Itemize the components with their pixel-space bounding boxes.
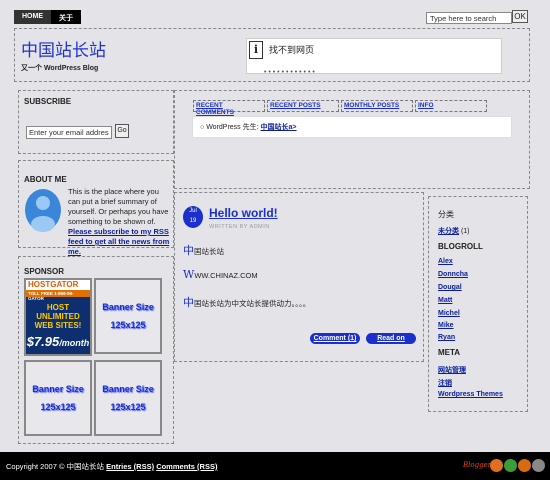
- top-nav: HOME 关于: [14, 10, 81, 24]
- dropcap: 中: [183, 296, 194, 309]
- hostgator-line1: HOST UNLIMITED: [36, 303, 80, 321]
- post-meta: WRITTEN BY ADMIN: [209, 224, 270, 230]
- post-paragraph: 中国站长站: [183, 242, 224, 258]
- about-summary: This is the place where you can put a br…: [68, 187, 169, 226]
- post-date-badge: Jul 19: [183, 206, 203, 228]
- hostgator-period: /month: [59, 338, 90, 348]
- notice-text: 找不到网页: [269, 45, 315, 55]
- hostgator-ad[interactable]: HOSTGATOR TOLL FREE 1-866-96-GATOR HOST …: [24, 278, 92, 356]
- banner-ad[interactable]: Banner Size 125x125: [94, 360, 162, 436]
- tab-recent-comments[interactable]: RECENT COMMENTS: [193, 100, 265, 116]
- comment-author: WordPress 先生:: [206, 124, 259, 131]
- notice-fragment: • • • • • • • • • • • •: [264, 69, 315, 76]
- subscribe-heading: SUBSCRIBE: [24, 97, 72, 106]
- stumbleupon-icon[interactable]: [518, 459, 531, 472]
- paragraph-text: 国站长站为中文站长提供动力。。。。: [194, 299, 311, 308]
- meta-heading: META: [438, 348, 461, 357]
- post-date-day: 19: [189, 218, 197, 224]
- blogroll-link[interactable]: Alex: [438, 258, 453, 265]
- meta-link[interactable]: 注销: [438, 378, 452, 388]
- wordpress-icon[interactable]: [532, 459, 545, 472]
- blogroll-link[interactable]: Donncha: [438, 271, 468, 278]
- blogroll-link[interactable]: Mike: [438, 322, 454, 329]
- footer-text: Copyright 2007 © 中国站长站 Entries (RSS) Com…: [6, 461, 217, 472]
- dropcap: 中: [183, 244, 194, 257]
- rss-icon[interactable]: [490, 459, 503, 472]
- blogroll-heading: BLOGROLL: [438, 242, 483, 251]
- about-heading: ABOUT ME: [24, 175, 67, 184]
- digg-icon[interactable]: [504, 459, 517, 472]
- read-more-button[interactable]: Read on: [366, 333, 416, 344]
- subscribe-button[interactable]: Go: [115, 124, 129, 138]
- post-paragraph: WWW.CHINAZ.COM: [183, 268, 258, 281]
- search-input[interactable]: [426, 12, 512, 24]
- blogroll-link[interactable]: Matt: [438, 297, 452, 304]
- post-title[interactable]: Hello world!: [209, 206, 278, 220]
- blogroll-link[interactable]: Dougal: [438, 284, 462, 291]
- post-date-month: Jul: [189, 208, 197, 214]
- banner-ad[interactable]: Banner Size 125x125: [24, 360, 92, 436]
- banner-label: Banner Size: [32, 384, 84, 394]
- comment-button[interactable]: Comment (1): [310, 333, 360, 344]
- sponsor-heading: SPONSOR: [24, 267, 65, 276]
- avatar-icon: [25, 189, 61, 232]
- hostgator-name: HOSTGATOR: [26, 280, 90, 290]
- hostgator-price: $7.95: [26, 334, 60, 349]
- category-count: (1): [460, 228, 470, 235]
- comment-link[interactable]: 中国站长a>: [261, 124, 297, 131]
- site-description: 又一个 WordPress Blog: [21, 65, 99, 72]
- hostgator-line2: WEB SITES!: [34, 321, 82, 330]
- category-item: 未分类 (1): [438, 226, 470, 236]
- tab-info[interactable]: INFO: [415, 100, 487, 112]
- tab-monthly-posts[interactable]: MONTHLY POSTS: [341, 100, 413, 112]
- paragraph-text: WW.CHINAZ.COM: [194, 271, 258, 280]
- banner-size: 125x125: [110, 402, 146, 412]
- comments-rss-link[interactable]: Comments (RSS): [156, 462, 217, 471]
- banner-label: Banner Size: [102, 384, 154, 394]
- entries-rss-link[interactable]: Entries (RSS): [106, 462, 154, 471]
- banner-ad[interactable]: Banner Size 125x125: [94, 278, 162, 354]
- post-paragraph: 中国站长站为中文站长提供动力。。。。: [183, 294, 310, 310]
- dropcap: W: [183, 268, 195, 281]
- blogroll-link[interactable]: Ryan: [438, 334, 455, 341]
- nav-about[interactable]: 关于: [51, 10, 81, 24]
- hostgator-tagline: TOLL FREE 1-866-96-GATOR: [26, 290, 90, 301]
- blogroll-link[interactable]: Michel: [438, 310, 460, 317]
- meta-link[interactable]: Wordpress Themes: [438, 391, 503, 398]
- about-text: This is the place where you can put a br…: [68, 187, 170, 257]
- categories-heading: 分类: [438, 210, 454, 219]
- site-title[interactable]: 中国站长站: [21, 36, 106, 61]
- search-button[interactable]: OK: [512, 10, 528, 23]
- list-item: ○ WordPress 先生: 中国站长a>: [200, 122, 297, 132]
- banner-size: 125x125: [40, 402, 76, 412]
- banner-size: 125x125: [110, 320, 146, 330]
- info-icon: i: [249, 41, 263, 59]
- meta-link[interactable]: 网站管理: [438, 365, 466, 375]
- copyright: Copyright 2007 © 中国站长站: [6, 462, 105, 471]
- banner-label: Banner Size: [102, 302, 154, 312]
- rss-subscribe-link[interactable]: Please subscribe to my RSS feed to get a…: [68, 227, 169, 256]
- category-link[interactable]: 未分类: [438, 228, 459, 235]
- nav-home[interactable]: HOME: [14, 10, 51, 24]
- paragraph-text: 国站长站: [194, 247, 224, 256]
- email-field[interactable]: [26, 126, 112, 139]
- tab-recent-posts[interactable]: RECENT POSTS: [267, 100, 339, 112]
